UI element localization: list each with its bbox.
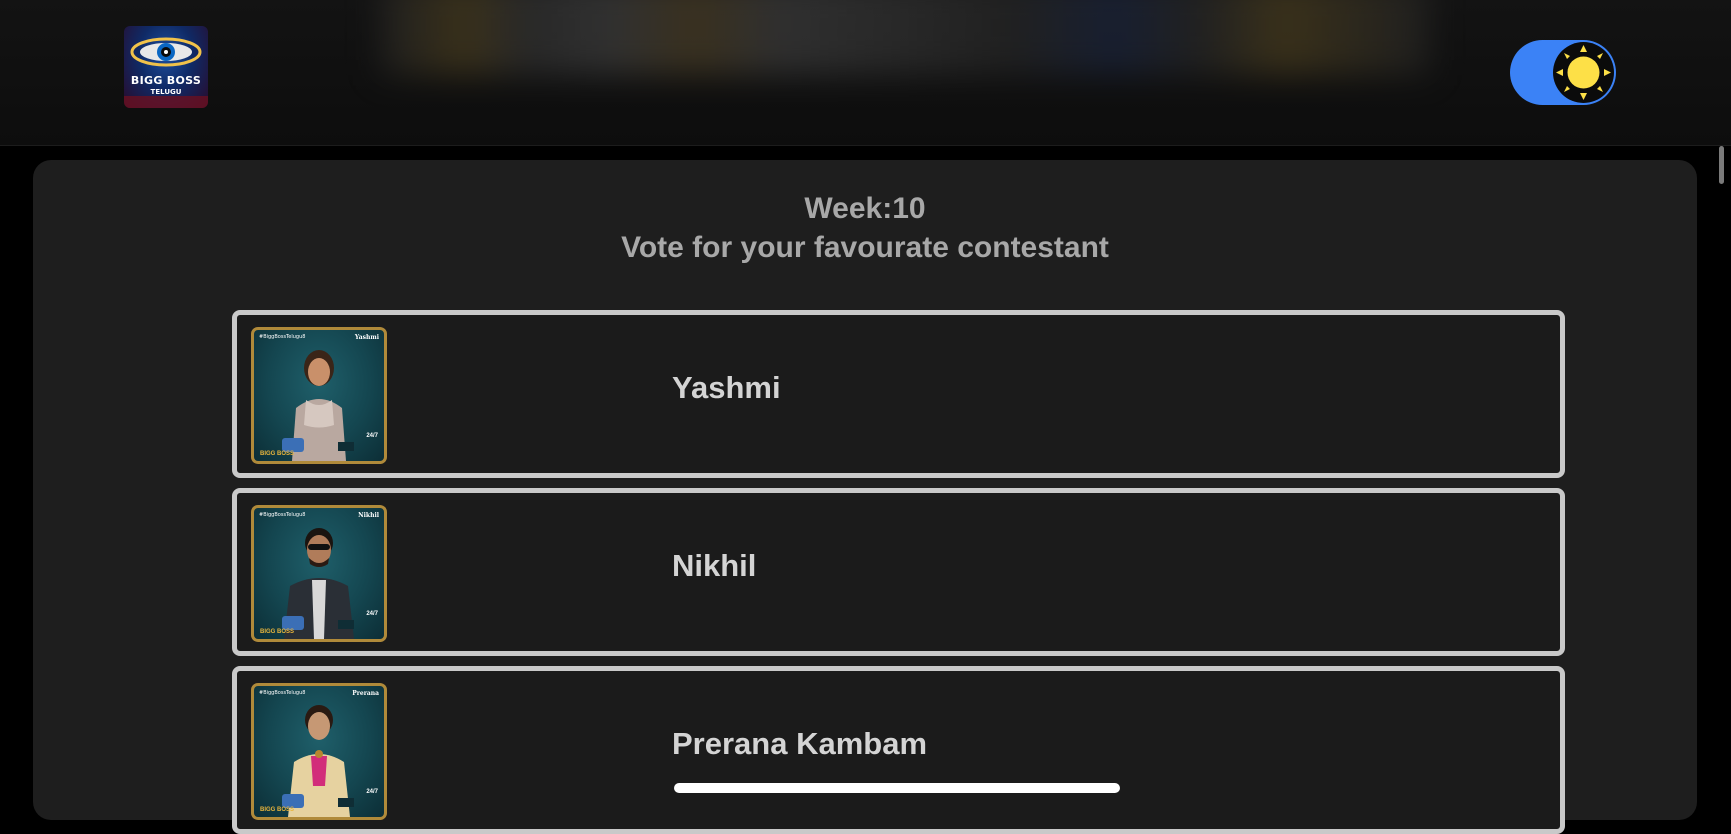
contestant-photo: #BiggBossTelugu8 Yashmi 24/7 BIGG BOSS (251, 327, 387, 464)
voting-panel: Week:10 Vote for your favourate contesta… (33, 160, 1697, 834)
sun-icon (1556, 45, 1611, 100)
contestant-card[interactable]: #BiggBossTelugu8 Prerana 24/7 BIGG BOSS … (232, 666, 1565, 834)
logo-subtitle: TELUGU (150, 88, 182, 96)
contestant-photo: #BiggBossTelugu8 Prerana 24/7 BIGG BOSS (251, 683, 387, 820)
scrollbar-thumb[interactable] (1719, 146, 1724, 184)
photo-brand: BIGG BOSS (260, 629, 295, 635)
photo-name-tag: Nikhil (358, 512, 379, 519)
photo-hashtag: #BiggBossTelugu8 (259, 512, 306, 518)
contestant-portrait (282, 705, 354, 817)
photo-badge: 24/7 (366, 433, 378, 439)
photo-brand: BIGG BOSS (260, 807, 295, 813)
contestant-portrait (282, 350, 354, 461)
photo-hashtag: #BiggBossTelugu8 (259, 690, 306, 696)
contestant-name: Prerana Kambam (672, 726, 928, 761)
contestant-photo: #BiggBossTelugu8 Nikhil 24/7 BIGG BOSS (251, 505, 387, 642)
logo-title: BIGG BOSS (130, 74, 202, 87)
photo-name-tag: Yashmi (354, 334, 379, 341)
page-heading: Vote for your favourate contestant (621, 231, 1109, 264)
contestant-card[interactable]: #BiggBossTelugu8 Yashmi 24/7 BIGG BOSS Y… (232, 310, 1565, 478)
contestant-name: Yashmi (672, 370, 781, 405)
banner-blur-background (380, 0, 1430, 75)
contestant-card[interactable]: #BiggBossTelugu8 Nikhil 24/7 BIGG BOSS N… (232, 488, 1565, 656)
photo-badge: 24/7 (366, 789, 378, 795)
contestant-portrait (282, 528, 354, 639)
photo-name-tag: Prerana (352, 690, 379, 697)
theme-toggle[interactable] (1510, 40, 1616, 105)
week-label: Week:10 (804, 192, 926, 225)
photo-hashtag: #BiggBossTelugu8 (259, 334, 306, 340)
top-navbar: BIGG BOSS TELUGU (0, 0, 1731, 146)
photo-badge: 24/7 (366, 611, 378, 617)
bigg-boss-logo[interactable]: BIGG BOSS TELUGU (124, 26, 208, 108)
contestant-name: Nikhil (672, 548, 757, 583)
vote-progress-bar (674, 783, 1120, 793)
toggle-knob (1553, 42, 1614, 103)
photo-brand: BIGG BOSS (260, 451, 295, 457)
